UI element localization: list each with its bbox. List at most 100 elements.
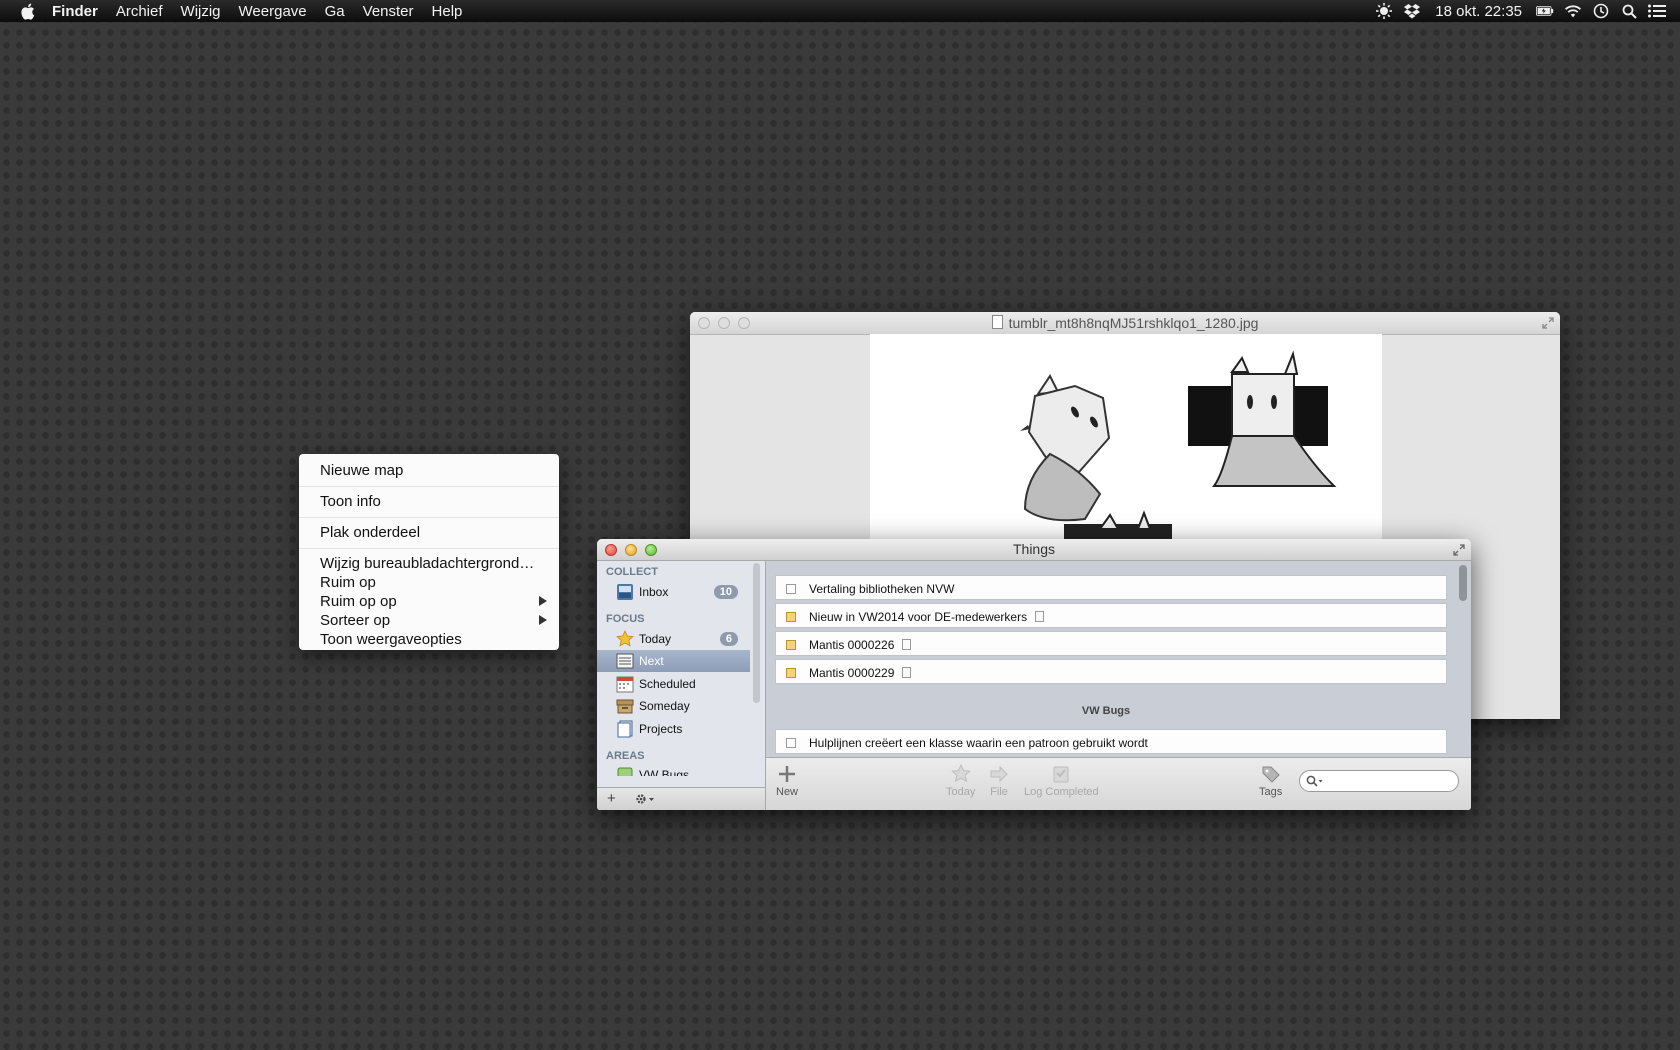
menu-wijzig[interactable]: Wijzig	[181, 3, 221, 20]
new-button[interactable]: New	[776, 764, 798, 798]
projects-icon	[617, 720, 633, 738]
task-checkbox[interactable]	[786, 668, 796, 678]
star-icon	[950, 764, 971, 783]
search-icon	[1306, 775, 1323, 787]
log-completed-button[interactable]: Log Completed	[1024, 764, 1099, 798]
desktop-context-menu: Nieuwe map Toon info Plak onderdeel Wijz…	[299, 454, 559, 650]
menu-item-ruim-op[interactable]: Ruim op	[320, 573, 547, 592]
menu-ga[interactable]: Ga	[325, 3, 345, 20]
preview-title-text: tumblr_mt8h8nqMJ51rshklqo1_1280.jpg	[1008, 315, 1259, 331]
task-checkbox[interactable]	[786, 612, 796, 622]
sidebar-item-label: Inbox	[639, 585, 669, 599]
sidebar-item-label: Scheduled	[639, 677, 696, 691]
sidebar-item-next[interactable]: Next	[597, 650, 750, 672]
sidebar-item-label: Today	[639, 632, 672, 646]
battery-icon[interactable]	[1536, 2, 1554, 20]
task-row[interactable]: Mantis 0000226	[775, 631, 1447, 656]
sidebar-item-projects[interactable]: Projects	[597, 718, 750, 740]
task-list: Vertaling bibliotheken NVW Nieuw in VW20…	[766, 561, 1471, 757]
fullscreen-icon[interactable]	[1453, 544, 1465, 556]
menu-item-nieuwe-map[interactable]: Nieuwe map	[320, 461, 547, 480]
submenu-arrow-icon	[539, 596, 547, 606]
menu-item-wijzig-bureaubladachtergrond[interactable]: Wijzig bureaubladachtergrond…	[320, 554, 547, 573]
section-focus: FOCUS	[606, 613, 645, 625]
today-button[interactable]: Today	[946, 764, 975, 798]
menu-separator	[299, 517, 559, 518]
file-button[interactable]: File	[989, 764, 1009, 798]
today-button-label: Today	[946, 786, 976, 798]
dropbox-icon[interactable]	[1403, 2, 1421, 20]
sidebar-item-label: VW Bugs	[639, 768, 690, 776]
area-icon	[617, 767, 633, 776]
preview-title: tumblr_mt8h8nqMJ51rshklqo1_1280.jpg	[690, 315, 1560, 331]
menu-item-toon-weergaveopties[interactable]: Toon weergaveopties	[320, 630, 547, 649]
plus-icon	[779, 766, 795, 782]
wifi-icon[interactable]	[1564, 2, 1582, 20]
things-titlebar[interactable]: Things	[597, 539, 1471, 561]
fullscreen-icon[interactable]	[1542, 317, 1554, 329]
menu-item-label: Ruim op op	[320, 593, 397, 610]
search-field[interactable]	[1299, 770, 1459, 792]
sidebar-item-someday[interactable]: Someday	[597, 695, 750, 717]
note-icon	[902, 639, 912, 650]
task-row[interactable]: Mantis 0000229	[775, 659, 1447, 684]
arrow-right-icon	[990, 765, 1008, 783]
menu-item-plak-onderdeel[interactable]: Plak onderdeel	[320, 523, 547, 542]
task-checkbox[interactable]	[786, 640, 796, 650]
menu-item-sorteer-op[interactable]: Sorteer op	[320, 611, 547, 630]
log-completed-label: Log Completed	[1024, 786, 1099, 798]
notification-center-icon[interactable]	[1648, 2, 1666, 20]
task-list-scrollbar[interactable]	[1459, 565, 1467, 601]
clock[interactable]: 18 okt. 22:35	[1435, 3, 1522, 20]
things-sidebar: COLLECT Inbox 10 FOCUS Today 6 Next Sche…	[597, 561, 766, 810]
group-header: VW Bugs	[1081, 705, 1131, 717]
sidebar-item-label: Next	[639, 654, 664, 668]
brightness-icon[interactable]	[1375, 2, 1393, 20]
things-title: Things	[1012, 541, 1056, 557]
tags-button-label: Tags	[1259, 786, 1283, 798]
file-button-label: File	[990, 786, 1008, 798]
sidebar-item-label: Someday	[639, 699, 690, 713]
task-title: Hulplijnen creëert een klasse waarin een…	[809, 736, 1148, 750]
gear-icon[interactable]	[635, 793, 657, 805]
task-title: Mantis 0000226	[809, 638, 895, 652]
task-row[interactable]: Nieuw in VW2014 voor DE-medewerkers	[775, 603, 1447, 628]
sidebar-item-today[interactable]: Today 6	[597, 628, 750, 650]
box-icon	[616, 699, 634, 714]
sidebar-item-label: Projects	[639, 722, 683, 736]
note-icon	[902, 667, 912, 678]
submenu-arrow-icon	[539, 615, 547, 625]
menu-item-toon-info[interactable]: Toon info	[320, 492, 547, 511]
task-checkbox[interactable]	[786, 738, 796, 748]
next-list-icon	[616, 653, 634, 669]
star-icon	[616, 630, 634, 647]
sidebar-item-area[interactable]: VW Bugs	[597, 764, 750, 776]
menu-venster[interactable]: Venster	[363, 3, 414, 20]
task-row[interactable]: Hulplijnen creëert een klasse waarin een…	[775, 729, 1447, 754]
task-checkbox[interactable]	[786, 584, 796, 594]
apple-icon[interactable]	[16, 0, 38, 22]
task-title: Nieuw in VW2014 voor DE-medewerkers	[809, 610, 1028, 624]
sidebar-scrollbar[interactable]	[753, 563, 760, 703]
sidebar-item-inbox[interactable]: Inbox 10	[597, 581, 750, 603]
note-icon	[1035, 611, 1045, 622]
menu-help[interactable]: Help	[432, 3, 463, 20]
tags-button[interactable]: Tags	[1259, 764, 1282, 798]
sidebar-item-scheduled[interactable]: Scheduled	[597, 673, 750, 695]
menu-finder[interactable]: Finder	[52, 3, 98, 20]
task-row[interactable]: Vertaling bibliotheken NVW	[775, 575, 1447, 600]
preview-titlebar[interactable]: tumblr_mt8h8nqMJ51rshklqo1_1280.jpg	[690, 312, 1560, 335]
today-count-badge: 6	[719, 632, 738, 646]
tag-icon	[1262, 766, 1280, 783]
time-machine-icon[interactable]	[1592, 2, 1610, 20]
things-toolbar: New Today File Log Completed Tags	[766, 757, 1471, 810]
menu-weergave[interactable]: Weergave	[239, 3, 307, 20]
menu-item-label: Sorteer op	[320, 612, 391, 629]
menu-archief[interactable]: Archief	[116, 3, 163, 20]
calendar-icon	[616, 676, 634, 693]
menu-item-ruim-op-op[interactable]: Ruim op op	[320, 592, 547, 611]
menu-separator	[299, 548, 559, 549]
add-area-button[interactable]: +	[607, 790, 616, 807]
search-input[interactable]	[1326, 773, 1456, 790]
spotlight-icon[interactable]	[1620, 2, 1638, 20]
